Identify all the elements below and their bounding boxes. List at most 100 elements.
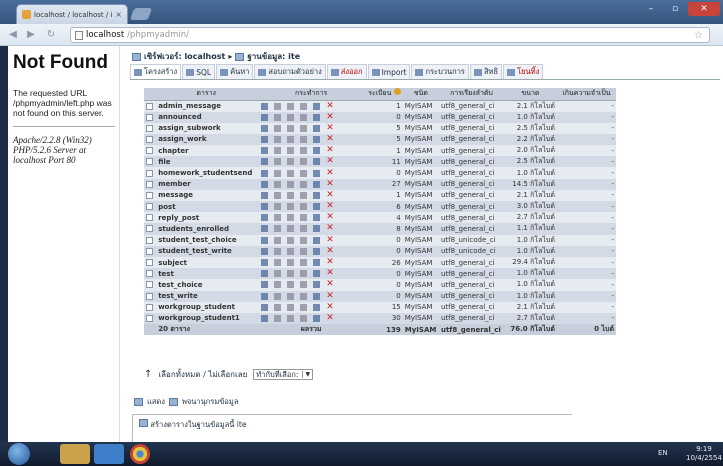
structure-icon[interactable] [274,236,282,244]
structure-icon[interactable] [274,214,282,222]
table-name-link[interactable]: assign_subwork [156,122,257,134]
insert-icon[interactable] [300,113,308,121]
row-checkbox[interactable] [146,147,153,155]
empty-icon[interactable] [313,203,321,211]
empty-icon[interactable] [313,158,321,166]
search-icon[interactable] [287,259,295,267]
table-name-link[interactable]: subject [156,256,257,269]
browse-icon[interactable] [261,191,269,199]
table-name-link[interactable]: message [156,189,257,201]
row-checkbox[interactable] [146,124,153,132]
row-checkbox[interactable] [146,259,153,267]
empty-icon[interactable] [313,124,321,132]
chrome-taskbar-icon[interactable] [130,444,150,464]
browse-icon[interactable] [261,236,269,244]
table-name-link[interactable]: assign_work [156,133,257,146]
tab-4[interactable]: ส่งออก [326,64,367,79]
row-checkbox[interactable] [146,281,153,289]
table-name-link[interactable]: chapter [156,145,257,157]
search-icon[interactable] [287,124,295,132]
search-icon[interactable] [287,247,295,255]
row-checkbox[interactable] [146,102,153,110]
tab-0[interactable]: โครงสร้าง [130,64,182,79]
structure-icon[interactable] [274,314,282,322]
drop-icon[interactable]: ✕ [326,190,334,199]
browse-icon[interactable] [261,281,269,289]
back-icon[interactable]: ◀ [6,28,20,42]
browse-icon[interactable] [261,147,269,155]
structure-icon[interactable] [274,203,282,211]
insert-icon[interactable] [300,191,308,199]
drop-icon[interactable]: ✕ [326,302,334,311]
row-checkbox[interactable] [146,236,153,244]
table-name-link[interactable]: file [156,156,257,168]
search-icon[interactable] [287,314,295,322]
structure-icon[interactable] [274,191,282,199]
forward-icon[interactable]: ▶ [24,28,38,42]
row-checkbox[interactable] [146,270,153,278]
insert-icon[interactable] [300,124,308,132]
structure-icon[interactable] [274,303,282,311]
check-all-link[interactable]: เลือกทั้งหมด / ไม่เลือกเลย [158,368,247,381]
browse-icon[interactable] [261,259,269,267]
browse-icon[interactable] [261,169,269,177]
drop-icon[interactable]: ✕ [326,313,334,322]
row-checkbox[interactable] [146,303,153,311]
table-name-link[interactable]: workgroup_student [156,301,257,313]
row-checkbox[interactable] [146,169,153,177]
empty-icon[interactable] [313,292,321,300]
insert-icon[interactable] [300,247,308,255]
search-icon[interactable] [287,281,295,289]
clock[interactable]: 9:19 10/4/2554 [686,445,722,463]
tab-8[interactable]: โยนทิ้ง [503,64,544,79]
empty-icon[interactable] [313,247,321,255]
drop-icon[interactable]: ✕ [326,134,334,143]
tab-7[interactable]: สิทธิ [469,64,503,79]
ie-taskbar-icon[interactable] [94,444,124,464]
row-checkbox[interactable] [146,113,153,121]
drop-icon[interactable]: ✕ [326,213,334,222]
row-checkbox[interactable] [146,135,153,143]
structure-icon[interactable] [274,158,282,166]
table-name-link[interactable]: test [156,268,257,280]
print-view-link[interactable]: แสดง [147,396,165,408]
row-checkbox[interactable] [146,314,153,322]
search-icon[interactable] [287,135,295,143]
insert-icon[interactable] [300,147,308,155]
table-name-link[interactable]: students_enrolled [156,223,257,235]
row-checkbox[interactable] [146,214,153,222]
empty-icon[interactable] [313,147,321,155]
empty-icon[interactable] [313,113,321,121]
maximize-icon[interactable]: ▫ [664,2,686,16]
tab-6[interactable]: กระบวนการ [411,64,469,79]
breadcrumb-server[interactable]: เซิร์ฟเวอร์: localhost [144,50,225,63]
empty-icon[interactable] [313,191,321,199]
drop-icon[interactable]: ✕ [326,280,334,289]
search-icon[interactable] [287,180,295,188]
close-window-icon[interactable]: ✕ [688,2,720,16]
empty-icon[interactable] [313,180,321,188]
drop-icon[interactable]: ✕ [326,235,334,244]
browse-icon[interactable] [261,113,269,121]
insert-icon[interactable] [300,135,308,143]
structure-icon[interactable] [274,180,282,188]
drop-icon[interactable]: ✕ [326,246,334,255]
table-name-link[interactable]: test_choice [156,279,257,291]
insert-icon[interactable] [300,102,308,110]
structure-icon[interactable] [274,259,282,267]
drop-icon[interactable]: ✕ [326,224,334,233]
drop-icon[interactable]: ✕ [326,168,334,177]
browse-icon[interactable] [261,270,269,278]
structure-icon[interactable] [274,169,282,177]
browser-tab[interactable]: localhost / localhost / ite ... × [16,4,128,24]
structure-icon[interactable] [274,270,282,278]
structure-icon[interactable] [274,102,282,110]
drop-icon[interactable]: ✕ [326,179,334,188]
breadcrumb-database[interactable]: ฐานข้อมูล: ite [247,50,300,63]
empty-icon[interactable] [313,303,321,311]
drop-icon[interactable]: ✕ [326,146,334,155]
bookmark-star-icon[interactable]: ☆ [694,30,703,41]
browse-icon[interactable] [261,102,269,110]
insert-icon[interactable] [300,259,308,267]
search-icon[interactable] [287,169,295,177]
